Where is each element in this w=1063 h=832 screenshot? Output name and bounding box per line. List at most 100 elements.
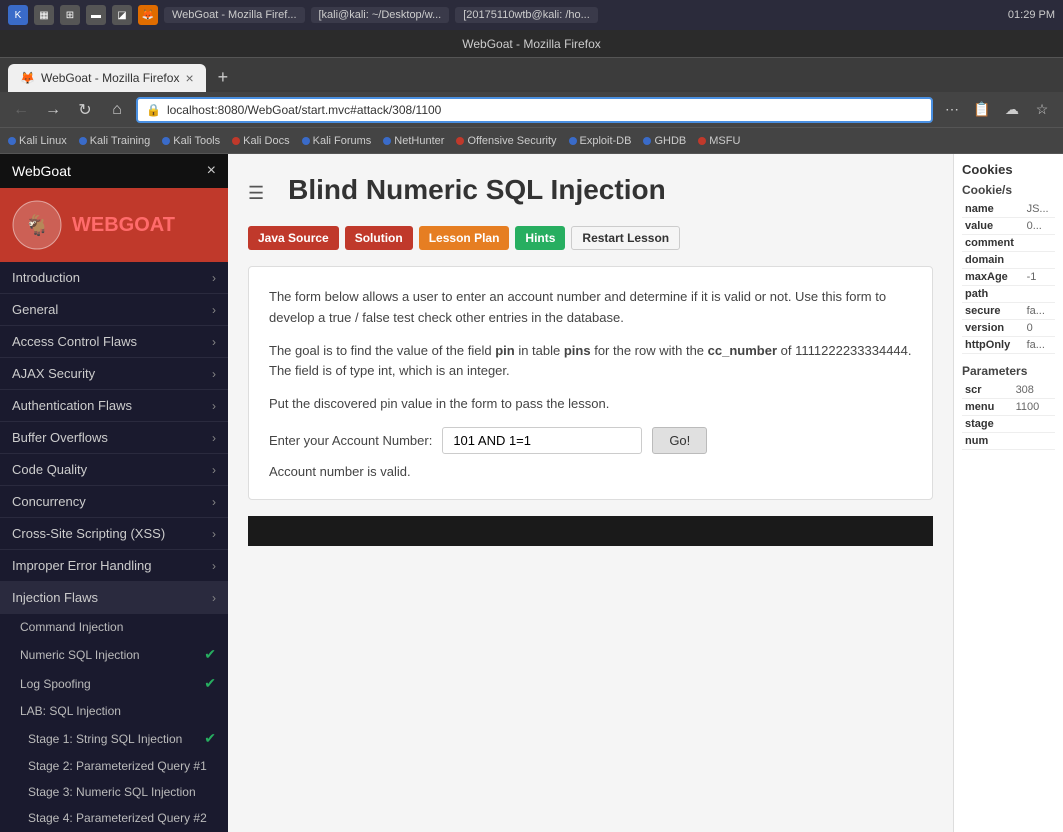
hints-button[interactable]: Hints bbox=[515, 226, 565, 250]
sidebar-subitem-stage4-parameterized[interactable]: Stage 4: Parameterized Query #2 bbox=[0, 805, 228, 831]
bookmark-exploit-db[interactable]: Exploit-DB bbox=[569, 135, 632, 147]
table-row: num bbox=[962, 433, 1055, 450]
reader-view-button[interactable]: 📋 bbox=[969, 97, 995, 123]
sidebar-item-concurrency[interactable]: Concurrency › bbox=[0, 486, 228, 518]
bookmark-msfu[interactable]: MSFU bbox=[698, 135, 740, 147]
description1: The form below allows a user to enter an… bbox=[269, 287, 912, 329]
logo-goat: GOAT bbox=[119, 214, 175, 236]
bookmark-page-button[interactable]: ⋯ bbox=[939, 97, 965, 123]
sidebar-subitem-numeric-sql[interactable]: Numeric SQL Injection ✔ bbox=[0, 640, 228, 669]
bookmark-kali-forums-label: Kali Forums bbox=[313, 135, 372, 147]
bookmark-kali-training[interactable]: Kali Training bbox=[79, 135, 151, 147]
sidebar-subitem-stage4-parameterized-label: Stage 4: Parameterized Query #2 bbox=[28, 811, 207, 825]
bookmark-nethunter[interactable]: NetHunter bbox=[383, 135, 444, 147]
bookmark-ghdb[interactable]: GHDB bbox=[643, 135, 686, 147]
form-label: Enter your Account Number: bbox=[269, 433, 432, 448]
sidebar: WebGoat × 🐐 WEBGOAT Introduction › Gener… bbox=[0, 154, 228, 832]
nav-actions: ⋯ 📋 ☁ ☆ bbox=[939, 97, 1055, 123]
cookie-section-title: Cookie/s bbox=[962, 183, 1055, 197]
account-number-input[interactable] bbox=[442, 427, 642, 454]
bookmark-kali-tools[interactable]: Kali Tools bbox=[162, 135, 220, 147]
cookie-domain-key: domain bbox=[962, 252, 1024, 269]
address-bar[interactable]: 🔒 localhost:8080/WebGoat/start.mvc#attac… bbox=[136, 97, 933, 123]
solution-button[interactable]: Solution bbox=[345, 226, 413, 250]
sidebar-app-title: WebGoat bbox=[12, 163, 71, 179]
taskbar-app2[interactable]: ⊞ bbox=[60, 5, 80, 25]
sidebar-close-button[interactable]: × bbox=[207, 162, 216, 180]
check-icon-stage1: ✔ bbox=[204, 730, 216, 747]
sidebar-item-improper-error[interactable]: Improper Error Handling › bbox=[0, 550, 228, 582]
sidebar-item-xss[interactable]: Cross-Site Scripting (XSS) › bbox=[0, 518, 228, 550]
chevron-right-icon: › bbox=[212, 431, 216, 445]
bookmark-kali-docs[interactable]: Kali Docs bbox=[232, 135, 289, 147]
table-pins-highlight: pins bbox=[564, 343, 591, 358]
pocket-button[interactable]: ☁ bbox=[999, 97, 1025, 123]
sidebar-subitem-log-spoofing[interactable]: Log Spoofing ✔ bbox=[0, 669, 228, 698]
taskbar-app4[interactable]: ◪ bbox=[112, 5, 132, 25]
cookie-secure-val: fa... bbox=[1024, 303, 1055, 320]
taskbar-tab-terminal1[interactable]: [kali@kali: ~/Desktop/w... bbox=[311, 7, 450, 23]
tab-close-button[interactable]: × bbox=[185, 71, 193, 85]
sidebar-item-auth-flaws-label: Authentication Flaws bbox=[12, 398, 132, 413]
forward-button[interactable]: → bbox=[40, 97, 66, 123]
sidebar-item-general[interactable]: General › bbox=[0, 294, 228, 326]
sidebar-item-injection-flaws[interactable]: Injection Flaws › bbox=[0, 582, 228, 614]
lesson-plan-button[interactable]: Lesson Plan bbox=[419, 226, 510, 250]
sidebar-item-ajax[interactable]: AJAX Security › bbox=[0, 358, 228, 390]
bookmark-offensive-security[interactable]: Offensive Security bbox=[456, 135, 556, 147]
cc-value: 1111222233334444 bbox=[795, 343, 908, 358]
star-button[interactable]: ☆ bbox=[1029, 97, 1055, 123]
sidebar-item-buffer-overflows[interactable]: Buffer Overflows › bbox=[0, 422, 228, 454]
cookie-maxage-key: maxAge bbox=[962, 269, 1024, 286]
active-tab[interactable]: 🦊 WebGoat - Mozilla Firefox × bbox=[8, 64, 206, 92]
taskbar-app3[interactable]: ▬ bbox=[86, 5, 106, 25]
sidebar-subitem-stage1-string[interactable]: Stage 1: String SQL Injection ✔ bbox=[0, 724, 228, 753]
bookmark-kali-tools-label: Kali Tools bbox=[173, 135, 220, 147]
sidebar-item-improper-error-label: Improper Error Handling bbox=[12, 558, 151, 573]
param-menu-key: menu bbox=[962, 399, 1013, 416]
firefox-icon[interactable]: 🦊 bbox=[138, 5, 158, 25]
sidebar-item-ajax-label: AJAX Security bbox=[12, 366, 95, 381]
back-button[interactable]: ← bbox=[8, 97, 34, 123]
hamburger-button[interactable]: ☰ bbox=[248, 177, 264, 204]
cookie-maxage-val: -1 bbox=[1024, 269, 1055, 286]
params-section-title: Parameters bbox=[962, 364, 1055, 378]
table-row: path bbox=[962, 286, 1055, 303]
sidebar-item-introduction[interactable]: Introduction › bbox=[0, 262, 228, 294]
sidebar-item-concurrency-label: Concurrency bbox=[12, 494, 86, 509]
bookmark-nethunter-icon bbox=[383, 137, 391, 145]
sidebar-subitem-lab-sql[interactable]: LAB: SQL Injection bbox=[0, 698, 228, 724]
taskbar-tab-firefox[interactable]: WebGoat - Mozilla Firef... bbox=[164, 7, 305, 23]
svg-text:🐐: 🐐 bbox=[25, 213, 50, 237]
cookie-httponly-val: fa... bbox=[1024, 337, 1055, 354]
sidebar-item-introduction-label: Introduction bbox=[12, 270, 80, 285]
sidebar-subitem-lab-sql-label: LAB: SQL Injection bbox=[20, 704, 121, 718]
bookmark-kali-linux[interactable]: Kali Linux bbox=[8, 135, 67, 147]
home-button[interactable]: ⌂ bbox=[104, 97, 130, 123]
new-tab-button[interactable]: + bbox=[210, 63, 237, 92]
bookmark-kali-training-label: Kali Training bbox=[90, 135, 151, 147]
java-source-button[interactable]: Java Source bbox=[248, 226, 339, 250]
param-num-key: num bbox=[962, 433, 1013, 450]
sidebar-subitem-stage2-parameterized[interactable]: Stage 2: Parameterized Query #1 bbox=[0, 753, 228, 779]
taskbar-app1[interactable]: ▦ bbox=[34, 5, 54, 25]
sidebar-item-auth-flaws[interactable]: Authentication Flaws › bbox=[0, 390, 228, 422]
sidebar-subitem-command-injection[interactable]: Command Injection bbox=[0, 614, 228, 640]
restart-lesson-button[interactable]: Restart Lesson bbox=[571, 226, 680, 250]
go-button[interactable]: Go! bbox=[652, 427, 707, 454]
cookie-version-val: 0 bbox=[1024, 320, 1055, 337]
chevron-right-icon: › bbox=[212, 527, 216, 541]
chevron-right-icon: › bbox=[212, 495, 216, 509]
bookmark-kali-forums[interactable]: Kali Forums bbox=[302, 135, 372, 147]
sidebar-subitem-stage3-numeric[interactable]: Stage 3: Numeric SQL Injection bbox=[0, 779, 228, 805]
taskbar-tab-terminal2[interactable]: [20175110wtb@kali: /ho... bbox=[455, 7, 598, 23]
sidebar-logo: 🐐 WEBGOAT bbox=[0, 188, 228, 262]
sidebar-item-code-quality[interactable]: Code Quality › bbox=[0, 454, 228, 486]
check-icon-log-spoofing: ✔ bbox=[204, 675, 216, 692]
param-stage-val bbox=[1013, 416, 1055, 433]
table-row: domain bbox=[962, 252, 1055, 269]
cookie-domain-val bbox=[1024, 252, 1055, 269]
reload-button[interactable]: ↻ bbox=[72, 97, 98, 123]
kali-icon[interactable]: K bbox=[8, 5, 28, 25]
sidebar-item-access-control[interactable]: Access Control Flaws › bbox=[0, 326, 228, 358]
